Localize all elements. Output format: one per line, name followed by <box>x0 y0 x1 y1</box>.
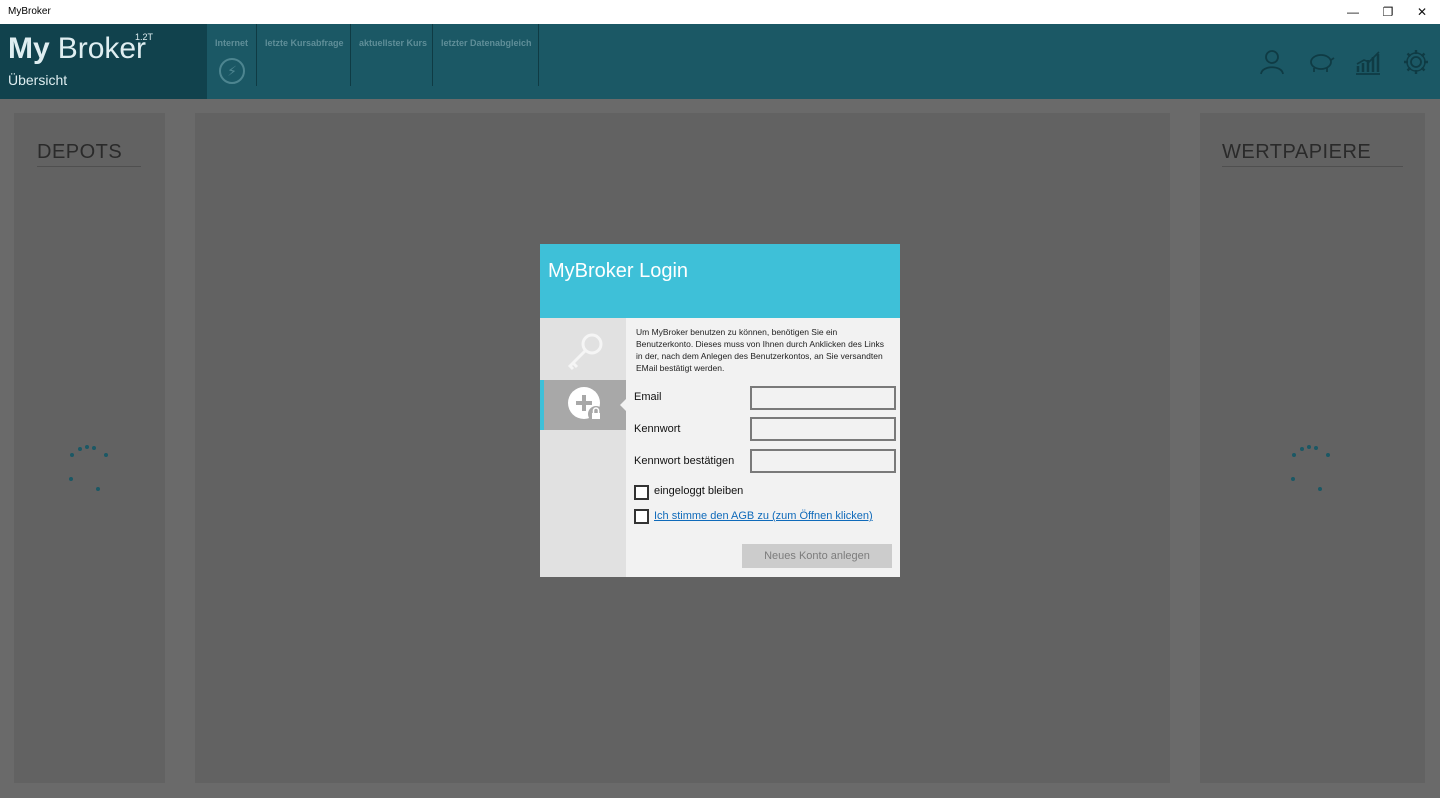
key-icon <box>567 333 603 371</box>
depots-title: DEPOTS <box>37 141 141 167</box>
lightning-icon: ⚡ <box>219 58 245 84</box>
tab-login[interactable] <box>540 324 626 374</box>
dialog-header: MyBroker Login <box>540 244 900 318</box>
login-dialog: MyBroker Login Um MyBroker benutzen zu k… <box>540 244 900 577</box>
loading-spinner <box>1290 443 1334 493</box>
piggy-bank-icon[interactable] <box>1307 48 1335 76</box>
add-user-lock-icon <box>568 387 604 422</box>
confirm-password-label: Kennwort bestätigen <box>634 455 735 467</box>
agb-link[interactable]: Ich stimme den AGB zu (zum Öffnen klicke… <box>654 510 873 522</box>
minimize-button[interactable]: — <box>1336 0 1370 24</box>
status-internet-label: Internet <box>215 38 249 48</box>
tab-register[interactable] <box>540 380 627 430</box>
email-label: Email <box>634 391 662 403</box>
password-field[interactable] <box>750 417 896 441</box>
agb-checkbox[interactable] <box>634 509 649 524</box>
window-title: MyBroker <box>8 6 51 17</box>
version-label: 1.2T <box>135 32 154 42</box>
wertpapiere-title: WERTPAPIERE <box>1222 141 1403 167</box>
dialog-title: MyBroker Login <box>548 260 689 282</box>
status-last-query-label: letzte Kursabfrage <box>265 38 344 48</box>
chart-icon[interactable] <box>1354 48 1382 76</box>
create-account-button[interactable]: Neues Konto anlegen <box>742 544 892 568</box>
email-field[interactable] <box>750 386 896 410</box>
depots-panel: DEPOTS <box>14 113 165 783</box>
app-logo: My Broker <box>8 32 146 66</box>
status-last-query: letzte Kursabfrage <box>257 24 351 86</box>
restore-button[interactable]: ❐ <box>1371 0 1405 24</box>
logo-bold: My <box>8 32 50 65</box>
status-internet: Internet ⚡ <box>207 24 257 86</box>
settings-gear-icon[interactable] <box>1402 48 1430 76</box>
window-titlebar: MyBroker — ❐ ✕ <box>0 0 1440 24</box>
status-latest-rate: aktuellster Kurs <box>351 24 433 86</box>
close-button[interactable]: ✕ <box>1405 0 1439 24</box>
user-icon[interactable] <box>1258 48 1286 76</box>
password-label: Kennwort <box>634 423 681 435</box>
loading-spinner <box>68 443 112 493</box>
brand-block: My Broker 1.2T Übersicht <box>0 24 207 99</box>
register-intro-text: Um MyBroker benutzen zu können, benötige… <box>636 327 885 373</box>
wertpapiere-panel: WERTPAPIERE <box>1200 113 1425 783</box>
status-latest-rate-label: aktuellster Kurs <box>359 38 428 48</box>
logo-light: Broker <box>57 32 147 65</box>
stay-logged-in-label[interactable]: eingeloggt bleiben <box>654 485 743 497</box>
stay-logged-in-checkbox[interactable] <box>634 485 649 500</box>
status-last-sync-label: letzter Datenabgleich <box>441 38 532 48</box>
page-title: Übersicht <box>8 72 68 88</box>
status-last-sync: letzter Datenabgleich <box>433 24 539 86</box>
app-header: My Broker 1.2T Übersicht Internet ⚡ letzt… <box>0 24 1440 99</box>
dialog-side-nav <box>540 318 627 577</box>
confirm-password-field[interactable] <box>750 449 896 473</box>
